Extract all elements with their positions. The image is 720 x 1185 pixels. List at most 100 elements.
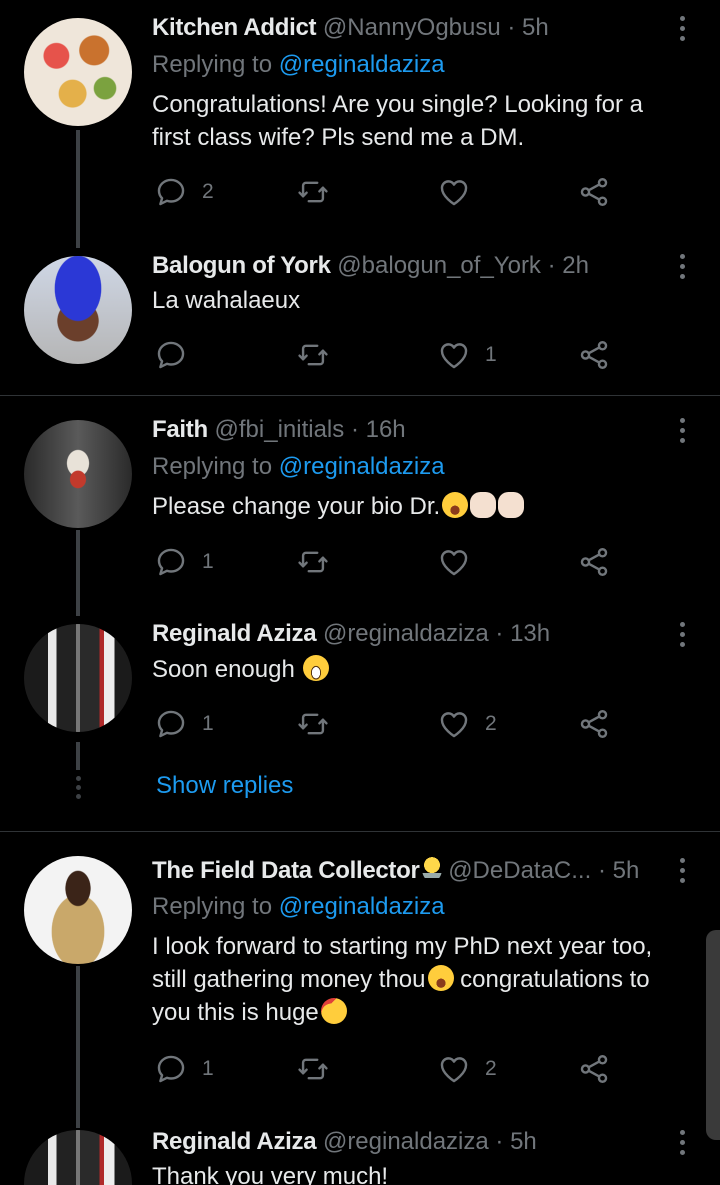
- tweet[interactable]: The Field Data Collector @DeDataC... · 5…: [0, 832, 720, 1128]
- author-handle[interactable]: @reginaldaziza: [323, 620, 489, 647]
- like-button[interactable]: [437, 172, 471, 212]
- tweet-text-row: Please change your bio Dr.: [152, 490, 690, 523]
- replying-to: Replying to @reginaldaziza: [152, 51, 445, 79]
- share-icon: [577, 1052, 611, 1086]
- reply-button[interactable]: 2: [154, 172, 214, 212]
- retweet-button[interactable]: [296, 172, 330, 212]
- share-button[interactable]: [577, 542, 611, 582]
- like-icon: [437, 1052, 471, 1086]
- share-button[interactable]: [577, 1049, 611, 1089]
- timestamp[interactable]: · 5h: [495, 1128, 536, 1155]
- tweet-text: Congratulations! Are you single? Looking…: [152, 91, 643, 151]
- like-button[interactable]: 1: [437, 335, 497, 375]
- like-icon: [437, 175, 471, 209]
- tweet[interactable]: Balogun of York @balogun_of_York · 2h La…: [0, 250, 720, 395]
- author-handle[interactable]: @fbi_initials: [215, 416, 345, 443]
- timestamp[interactable]: · 13h: [495, 620, 550, 647]
- clapping-emoji-icon: [470, 492, 497, 518]
- avatar[interactable]: [24, 420, 132, 528]
- tweet-text: Thank you very much!: [152, 1163, 389, 1185]
- avatar[interactable]: [24, 1130, 132, 1185]
- more-icon[interactable]: [680, 858, 686, 888]
- author-handle[interactable]: @NannyOgbusu: [323, 14, 501, 41]
- retweet-icon: [296, 175, 330, 209]
- share-icon: [577, 545, 611, 579]
- tweet-text-segment: you this is huge: [152, 999, 319, 1026]
- timestamp[interactable]: · 5h: [507, 14, 548, 41]
- author-name[interactable]: Reginald Aziza: [152, 620, 317, 647]
- author-name[interactable]: Balogun of York: [152, 252, 331, 279]
- retweet-icon: [296, 707, 330, 741]
- tweet-text: Soon enough: [152, 656, 295, 683]
- laughing-emoji-icon: [427, 965, 454, 991]
- reply-count: 1: [202, 1057, 214, 1080]
- more-icon[interactable]: [680, 254, 686, 284]
- retweet-button[interactable]: [296, 1049, 330, 1089]
- reply-count: 1: [202, 550, 214, 573]
- thread-dots: [76, 776, 81, 803]
- thread-line: [76, 530, 80, 616]
- action-bar: 2: [152, 172, 622, 212]
- avatar[interactable]: [24, 256, 132, 364]
- retweet-icon: [296, 545, 330, 579]
- tweet[interactable]: Reginald Aziza @reginaldaziza · 13h Soon…: [0, 616, 720, 831]
- thread-line: [76, 742, 80, 770]
- retweet-button[interactable]: [296, 542, 330, 582]
- tweet-text-segment: congratulations to: [453, 966, 650, 993]
- replying-to: Replying to @reginaldaziza: [152, 453, 445, 481]
- more-icon[interactable]: [680, 622, 686, 652]
- share-button[interactable]: [577, 335, 611, 375]
- share-icon: [577, 338, 611, 372]
- tweet[interactable]: Faith @fbi_initials · 16h Replying to @r…: [0, 396, 720, 616]
- tweet-text-line: I look forward to starting my PhD next y…: [152, 933, 653, 960]
- tweet[interactable]: Kitchen Addict @NannyOgbusu · 5h Replyin…: [0, 0, 720, 250]
- author-name[interactable]: Faith: [152, 416, 208, 443]
- retweet-button[interactable]: [296, 335, 330, 375]
- like-count: 1: [485, 343, 497, 366]
- author-name[interactable]: Reginald Aziza: [152, 1128, 317, 1155]
- avatar[interactable]: [24, 624, 132, 732]
- action-bar: 1 2: [152, 704, 622, 744]
- reply-button[interactable]: [154, 335, 188, 375]
- light-bulb-emoji-icon: [421, 856, 442, 882]
- share-button[interactable]: [577, 172, 611, 212]
- like-icon: [437, 338, 471, 372]
- author-handle[interactable]: @balogun_of_York: [337, 252, 541, 279]
- scrollbar-thumb[interactable]: [706, 930, 720, 1140]
- tweet[interactable]: Reginald Aziza @reginaldaziza · 5h Thank…: [0, 1128, 720, 1185]
- timestamp[interactable]: · 16h: [351, 416, 406, 443]
- mention-link[interactable]: @reginaldaziza: [279, 893, 445, 920]
- author-handle[interactable]: @DeDataC...: [448, 857, 591, 884]
- reply-button[interactable]: 1: [154, 704, 214, 744]
- avatar[interactable]: [24, 18, 132, 126]
- retweet-button[interactable]: [296, 704, 330, 744]
- reply-button[interactable]: 1: [154, 1049, 214, 1089]
- timestamp[interactable]: · 2h: [548, 252, 589, 279]
- author-name[interactable]: The Field Data Collector: [152, 857, 420, 884]
- like-button[interactable]: 2: [437, 704, 497, 744]
- like-button[interactable]: 2: [437, 1049, 497, 1089]
- timestamp[interactable]: · 5h: [598, 857, 639, 884]
- like-button[interactable]: [437, 542, 471, 582]
- mention-link[interactable]: @reginaldaziza: [279, 51, 445, 78]
- author-handle[interactable]: @reginaldaziza: [323, 1128, 489, 1155]
- like-icon: [437, 707, 471, 741]
- grinning-emoji-icon: [303, 655, 330, 681]
- more-icon[interactable]: [680, 1130, 686, 1160]
- share-button[interactable]: [577, 704, 611, 744]
- author-name[interactable]: Kitchen Addict: [152, 14, 317, 41]
- action-bar: 1 2: [152, 1049, 622, 1089]
- avatar[interactable]: [24, 856, 132, 964]
- reply-button[interactable]: 1: [154, 542, 214, 582]
- clapping-emoji-icon: [498, 492, 525, 518]
- share-icon: [577, 707, 611, 741]
- mention-link[interactable]: @reginaldaziza: [279, 453, 445, 480]
- reply-icon: [154, 545, 188, 579]
- tweet-text-segment: still gathering money thou: [152, 966, 426, 993]
- retweet-icon: [296, 1052, 330, 1086]
- show-replies-link[interactable]: Show replies: [156, 772, 293, 800]
- more-icon[interactable]: [680, 16, 686, 46]
- tweet-text: I look forward to starting my PhD next y…: [152, 930, 690, 1029]
- reply-icon: [154, 707, 188, 741]
- more-icon[interactable]: [680, 418, 686, 448]
